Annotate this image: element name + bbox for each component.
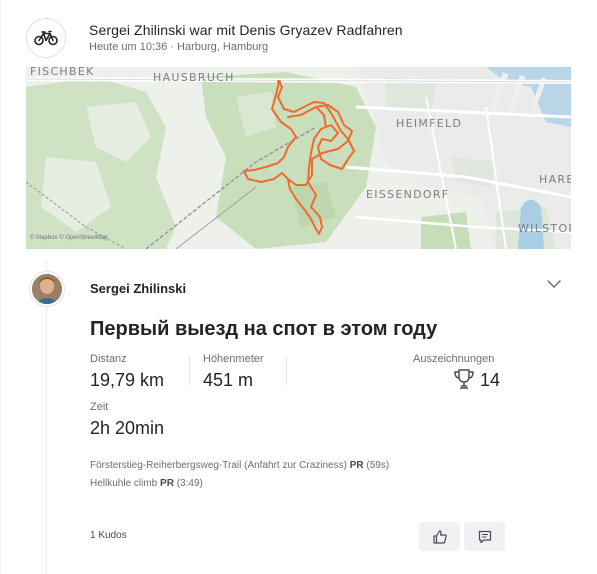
segment-time: (3:49): [176, 478, 203, 489]
achievements-label: Auszeichnungen: [413, 353, 495, 365]
athlete-name[interactable]: Sergei Zhilinski: [90, 281, 186, 296]
comment-button[interactable]: [464, 522, 505, 551]
time-value: 2h 20min: [90, 418, 165, 438]
chevron-down-icon[interactable]: [545, 277, 563, 291]
distance-label: Distanz: [90, 353, 127, 365]
distance-value: 19,79 km: [90, 370, 165, 390]
segment-effort[interactable]: Hellkuhle climb PR (3:49): [90, 478, 203, 489]
segment-name: Hellkuhle climb: [90, 478, 158, 489]
map-label-eissendorf: EISSENDORF: [366, 188, 450, 201]
activity-date-location: Heute um 10:36 · Harburg, Hamburg: [89, 41, 269, 53]
achievements-value: 14: [480, 370, 501, 390]
thumbs-up-icon: [432, 529, 447, 544]
comment-icon: [478, 530, 491, 543]
bicycle-icon: [26, 18, 66, 58]
time-label: Zeit: [90, 401, 109, 413]
route-map[interactable]: FISCHBEK HAUSBRUCH HEIMFELD EISSENDORF H…: [26, 67, 571, 249]
stat-divider: [286, 357, 287, 385]
map-attribution[interactable]: © Mapbox © OpenStreetMap: [30, 235, 108, 241]
avatar[interactable]: [30, 272, 64, 306]
segment-effort[interactable]: Försterstieg-Reiherbergsweg-Trail (Anfah…: [90, 460, 389, 471]
card-border: [0, 0, 1, 574]
timeline-line: [46, 260, 47, 574]
map-label-harb: HARB: [539, 173, 571, 186]
map-label-fischbek: FISCHBEK: [30, 67, 95, 78]
map-label-wilstorf: WILSTORF: [518, 222, 571, 235]
elevation-value: 451 m: [203, 370, 254, 390]
segment-name: Försterstieg-Reiherbergsweg-Trail (Anfah…: [90, 460, 347, 471]
stat-divider: [189, 357, 190, 385]
activity-header-title[interactable]: Sergei Zhilinski war mit Denis Gryazev R…: [89, 22, 403, 38]
elevation-label: Höhenmeter: [203, 353, 264, 365]
map-label-heimfeld: HEIMFELD: [396, 117, 463, 130]
activity-title[interactable]: Первый выезд на спот в этом году: [90, 318, 437, 341]
kudos-button[interactable]: [419, 522, 460, 551]
trophy-icon: [452, 367, 476, 391]
segment-time: (59s): [366, 460, 390, 471]
map-label-hausbruch: HAUSBRUCH: [153, 71, 235, 84]
pr-badge: PR: [160, 478, 174, 489]
pr-badge: PR: [349, 460, 364, 471]
kudos-count[interactable]: 1 Kudos: [90, 530, 127, 541]
activity-card: Sergei Zhilinski war mit Denis Gryazev R…: [0, 0, 597, 574]
activity-header: Sergei Zhilinski war mit Denis Gryazev R…: [26, 18, 586, 60]
